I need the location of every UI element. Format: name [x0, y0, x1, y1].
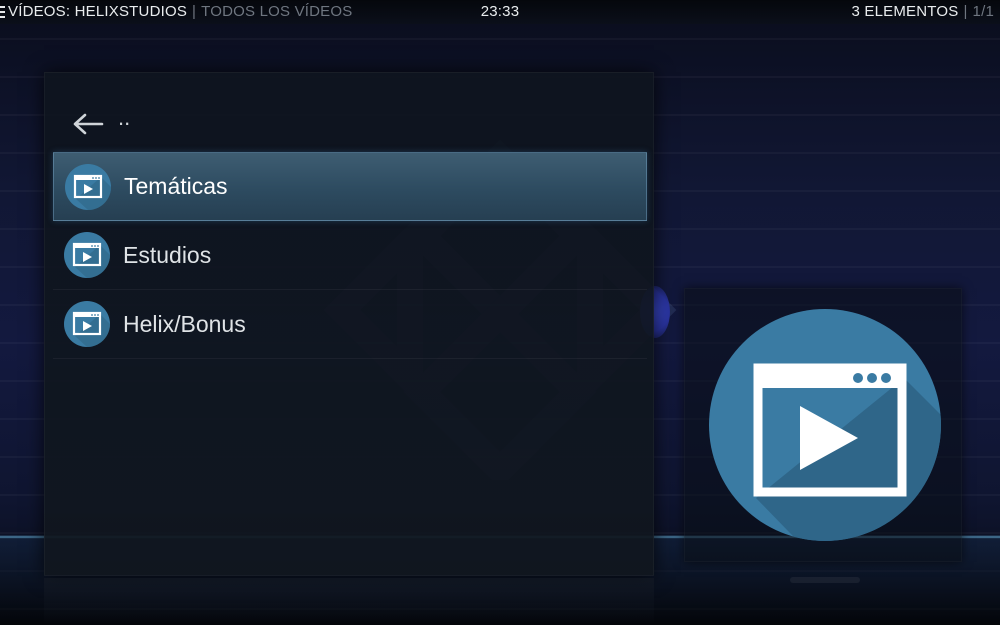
thumbnail-reflection [790, 577, 860, 583]
top-bar: VÍDEOS: HELIXSTUDIOS | TODOS LOS VÍDEOS … [0, 0, 1000, 24]
video-folder-thumbnail-icon [709, 309, 941, 541]
parent-folder-label: .. [118, 104, 131, 130]
video-folder-icon [64, 301, 110, 347]
parent-folder-item[interactable]: .. [53, 83, 647, 152]
list-item-label: Helix/Bonus [123, 310, 246, 337]
item-count-area: 3 ELEMENTOS | 1/1 [851, 0, 994, 24]
file-list-panel: .. Temáticas Estudios Helix/Bonus [44, 72, 654, 576]
video-folder-icon [65, 163, 111, 210]
list-item-label: Estudios [123, 241, 212, 268]
page-separator: | [963, 3, 968, 20]
list-item-estudios[interactable]: Estudios [53, 221, 647, 290]
list-item-helix-bonus[interactable]: Helix/Bonus [53, 290, 647, 359]
video-folder-icon [64, 232, 110, 278]
back-arrow-icon [73, 113, 104, 135]
page-indicator: 1/1 [972, 3, 994, 20]
panel-reflection [44, 578, 654, 625]
clock: 23:33 [480, 3, 520, 20]
list-item-tematicas[interactable]: Temáticas [53, 152, 647, 221]
list-item-label: Temáticas [124, 173, 228, 199]
item-count: 3 ELEMENTOS [851, 3, 959, 20]
